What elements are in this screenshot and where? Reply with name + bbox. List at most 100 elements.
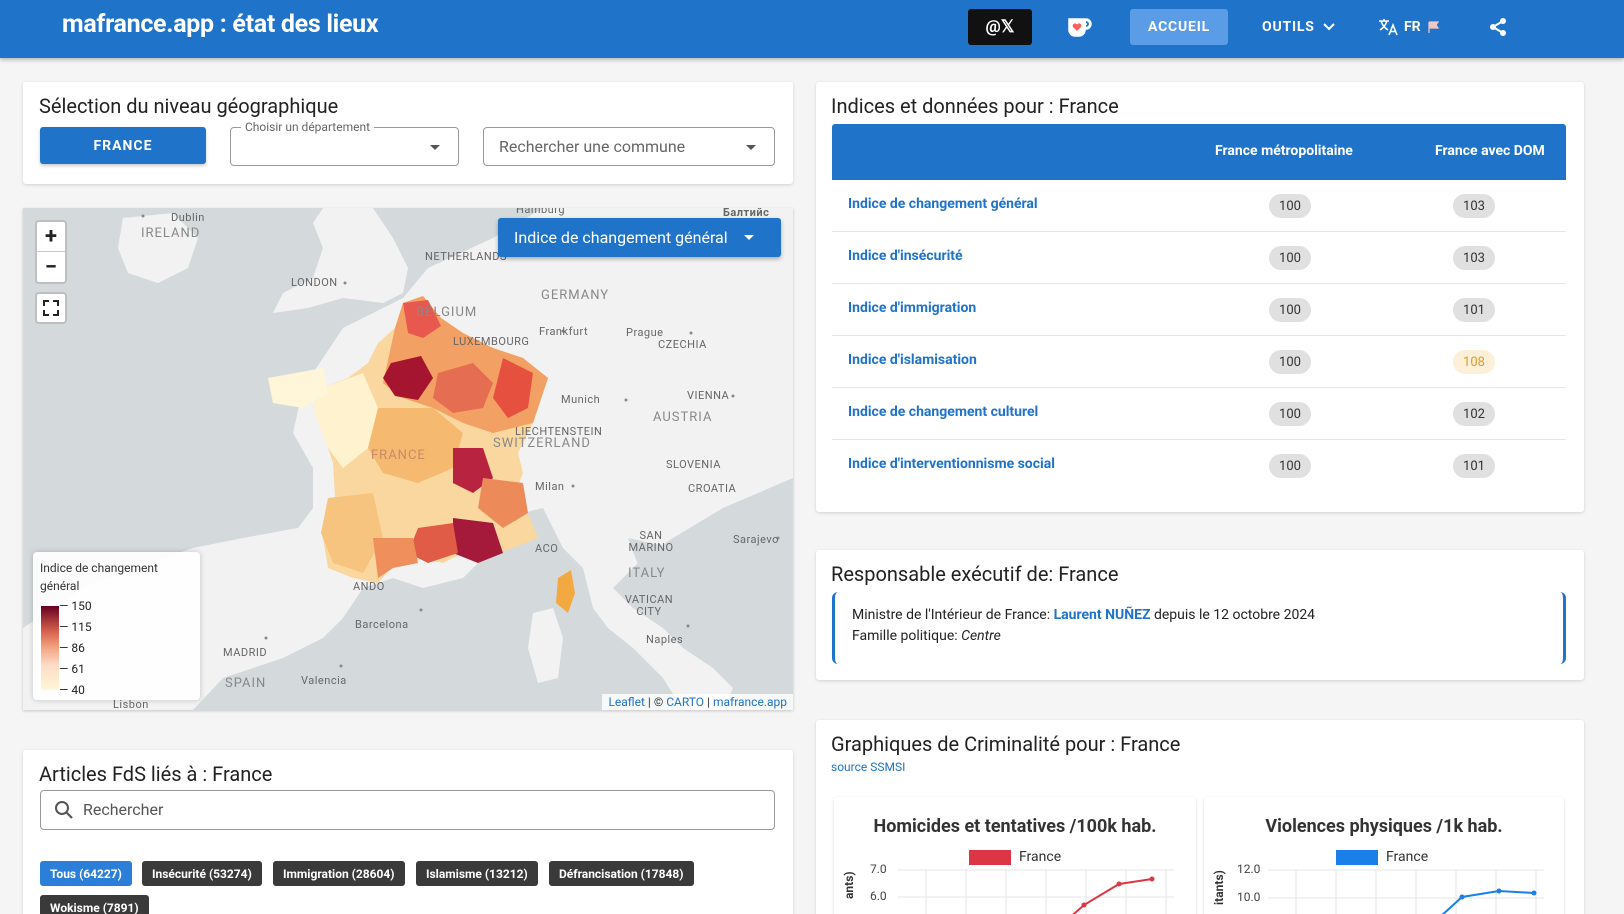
dom-value: 103 <box>1453 246 1495 270</box>
dom-value: 101 <box>1453 298 1495 322</box>
france-button[interactable]: FRANCE <box>40 127 206 164</box>
indices-table-row: Indice d'islamisation 100 108 <box>832 336 1566 388</box>
map-label-ireland: IRELAND <box>141 226 201 241</box>
map-label-italy: ITALY <box>628 566 666 581</box>
kofi-cup-icon[interactable] <box>1066 15 1092 39</box>
dom-value: 102 <box>1453 402 1495 426</box>
dropdown-caret-icon <box>746 145 756 150</box>
attribution-separator: | © <box>647 695 664 709</box>
indices-table-row: Indice d'insécurité 100 103 <box>832 232 1566 284</box>
fullscreen-button[interactable] <box>35 292 67 324</box>
dom-value: 108 <box>1453 350 1495 374</box>
commune-search-select[interactable]: Rechercher une commune <box>483 127 775 166</box>
nav-tools-menu[interactable]: OUTILS <box>1262 9 1335 45</box>
indice-name-link[interactable]: Indice d'islamisation <box>848 352 977 368</box>
political-family-label: Famille politique: <box>852 628 958 644</box>
responsable-since: depuis le 12 octobre 2024 <box>1153 607 1316 623</box>
language-selector[interactable]: FR <box>1378 9 1441 45</box>
dom-value: 101 <box>1453 454 1495 478</box>
chip-tous[interactable]: Tous (64227) <box>40 861 132 886</box>
indices-table-header: France métropolitaine France avec DOM <box>832 124 1566 180</box>
attribution-site-link[interactable]: mafrance.app <box>713 695 787 709</box>
chart-violences: Violences physiques /1k hab. France 12.0… <box>1204 797 1564 914</box>
legend-title: Indice de changement général <box>40 561 158 593</box>
map-attribution: Leaflet | © CARTO | mafrance.app <box>602 694 793 710</box>
map-label-vatican: VATICAN CITY <box>624 593 674 618</box>
map-label-slovenia: SLOVENIA <box>666 458 721 471</box>
attribution-carto-link[interactable]: CARTO <box>666 695 704 709</box>
metro-value: 100 <box>1269 194 1311 218</box>
indices-table-row: Indice d'immigration 100 101 <box>832 284 1566 336</box>
crime-title: Graphiques de Criminalité pour : France <box>831 732 1181 756</box>
nav-home-button[interactable]: ACCUEIL <box>1130 9 1228 45</box>
nav-tools-label: OUTILS <box>1262 19 1315 35</box>
responsable-role: Ministre de l'Intérieur de France: <box>852 607 1051 623</box>
articles-search-input[interactable]: Rechercher <box>40 790 775 830</box>
chip-wokisme[interactable]: Wokisme (7891) <box>40 895 149 914</box>
geo-selection-title: Sélection du niveau géographique <box>39 94 339 118</box>
indice-name-link[interactable]: Indice d'interventionnisme social <box>848 456 1055 472</box>
map-label-madrid: MADRID <box>223 646 268 659</box>
map-label-belgium: BELGIUM <box>416 305 478 320</box>
legend-tick: — 150 <box>59 599 92 613</box>
chip-defrancisation[interactable]: Défrancisation (17848) <box>549 861 694 886</box>
col-dom-header: France avec DOM <box>1435 143 1545 159</box>
zoom-out-button[interactable]: − <box>37 252 65 282</box>
map-label-andorra: ANDO <box>353 580 385 593</box>
map-label-monaco: ACO <box>535 542 559 555</box>
chart-plot <box>1268 869 1544 914</box>
attribution-leaflet-link[interactable]: Leaflet <box>608 695 644 709</box>
map-label-vienna: VIENNA <box>687 389 730 402</box>
share-icon[interactable] <box>1488 17 1508 37</box>
map-label-naples: Naples <box>646 633 684 646</box>
dropdown-caret-icon <box>744 235 754 240</box>
language-label: FR <box>1404 19 1421 35</box>
indices-table-row: Indice d'interventionnisme social 100 10… <box>832 440 1566 492</box>
responsable-name-link[interactable]: Laurent NUÑEZ <box>1054 607 1151 623</box>
map-label-hamburg: Hamburg <box>516 208 566 216</box>
zoom-in-button[interactable]: + <box>37 222 65 252</box>
dropdown-caret-icon <box>430 145 440 150</box>
choropleth-map[interactable]: Dublin IRELAND LONDON Hamburg Балтийс NE… <box>23 208 793 710</box>
app-title[interactable]: mafrance.app : état des lieux <box>62 10 379 39</box>
col-metro-header: France métropolitaine <box>1215 143 1353 159</box>
indices-title: Indices et données pour : France <box>831 94 1119 118</box>
map-label-switzerland: SWITZERLAND <box>493 436 591 451</box>
metro-value: 100 <box>1269 298 1311 322</box>
map-label-sarajevo: Sarajevo <box>733 533 779 546</box>
indice-selector-button[interactable]: Indice de changement général <box>498 218 781 257</box>
search-icon <box>55 801 73 819</box>
department-select[interactable]: Choisir un département <box>230 120 459 166</box>
map-label-czechia: CZECHIA <box>658 338 707 351</box>
metro-value: 100 <box>1269 350 1311 374</box>
map-label-valencia: Valencia <box>301 674 347 687</box>
indice-name-link[interactable]: Indice de changement culturel <box>848 404 1038 420</box>
map-label-france: FRANCE <box>371 448 426 463</box>
chip-insecurite[interactable]: Insécurité (53274) <box>142 861 262 886</box>
metro-value: 100 <box>1269 402 1311 426</box>
indice-name-link[interactable]: Indice d'immigration <box>848 300 976 316</box>
indice-name-link[interactable]: Indice de changement général <box>848 196 1038 212</box>
map-label-netherlands: NETHERLANDS <box>425 250 507 263</box>
map-label-milan: Milan <box>535 480 565 493</box>
chip-immigration[interactable]: Immigration (28604) <box>273 861 405 886</box>
chevron-down-icon <box>1322 23 1335 31</box>
translate-icon <box>1379 19 1398 36</box>
political-family-value: Centre <box>961 628 1001 644</box>
articles-title: Articles FdS liés à : France <box>39 762 273 786</box>
crime-source-link[interactable]: source SSMSI <box>831 760 905 774</box>
articles-search-placeholder: Rechercher <box>83 800 164 819</box>
map-label-spain: SPAIN <box>225 676 267 691</box>
legend-tick: — 40 <box>59 683 85 697</box>
dom-value: 103 <box>1453 194 1495 218</box>
indice-name-link[interactable]: Indice d'insécurité <box>848 248 963 264</box>
chart-plot <box>898 869 1174 914</box>
responsable-line-2: Famille politique: Centre <box>852 628 1001 644</box>
map-label-dublin: Dublin <box>171 211 205 224</box>
map-label-luxembourg: LUXEMBOURG <box>453 335 530 348</box>
zoom-control: + − <box>35 220 67 284</box>
chip-islamisme[interactable]: Islamisme (13212) <box>416 861 538 886</box>
map-label-germany: GERMANY <box>541 288 610 303</box>
indice-selector-label: Indice de changement général <box>514 228 728 247</box>
x-social-button[interactable]: @𝕏 <box>968 9 1032 45</box>
